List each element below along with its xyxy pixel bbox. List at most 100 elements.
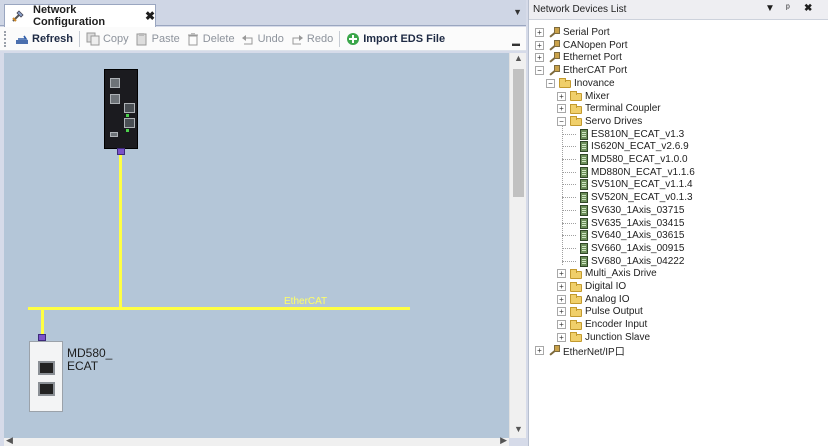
vertical-scrollbar[interactable]: ▲ ▼ (509, 53, 526, 438)
delete-button[interactable]: Delete (183, 29, 238, 49)
expand-icon[interactable]: + (557, 320, 566, 330)
plc-serial-port (110, 78, 120, 88)
plc-controller[interactable] (104, 69, 138, 149)
folder-icon (559, 78, 571, 89)
tree-item[interactable]: SV635_1Axis_03415 (580, 217, 684, 230)
tree-item-label: Servo Drives (585, 115, 643, 127)
close-icon[interactable]: ✖ (145, 9, 155, 23)
redo-button[interactable]: Redo (287, 29, 336, 49)
tree-item[interactable]: Serial Port (548, 26, 610, 39)
expand-icon[interactable]: + (557, 332, 566, 342)
delete-label: Delete (202, 32, 235, 45)
tree-item-label: SV510N_ECAT_v1.1.4 (591, 179, 693, 191)
network-canvas[interactable]: EtherCAT MD580_ ECAT (4, 53, 509, 438)
tree-item-label: Junction Slave (585, 331, 651, 343)
tree-item[interactable]: MD580_ECAT_v1.0.0 (580, 153, 688, 166)
slave-ecat-connector[interactable] (38, 334, 46, 341)
expand-icon[interactable]: + (557, 269, 566, 279)
tree-guide-line (562, 184, 576, 186)
expand-icon[interactable]: + (535, 345, 544, 355)
paste-button[interactable]: Paste (132, 29, 183, 49)
expand-icon[interactable]: + (535, 40, 544, 50)
scroll-left-icon[interactable]: ◀ (6, 435, 13, 446)
undo-icon (241, 32, 255, 46)
close-icon[interactable]: ✖ (804, 3, 812, 14)
tree-item[interactable]: SV520N_ECAT_v0.1.3 (580, 191, 693, 204)
expand-icon[interactable]: + (535, 53, 544, 63)
expand-icon[interactable]: + (557, 294, 566, 304)
pin-icon[interactable]: ᵖ (786, 3, 790, 14)
horizontal-scrollbar[interactable]: ◀ ▶ (4, 435, 509, 446)
tree-item[interactable]: Encoder Input (570, 318, 647, 331)
tree-item[interactable]: Inovance (559, 77, 615, 90)
tree-item[interactable]: SV660_1Axis_00915 (580, 242, 684, 255)
copy-icon (86, 32, 100, 46)
tree-item[interactable]: EtherCAT Port (548, 64, 627, 77)
slave-device-label: MD580_ ECAT (67, 346, 113, 373)
folder-icon (570, 91, 582, 101)
device-icon (580, 128, 588, 140)
tab-network-configuration[interactable]: Network Configuration ✖ (4, 4, 156, 28)
tree-item[interactable]: SV680_1Axis_04222 (580, 255, 684, 268)
plug-icon (548, 52, 560, 63)
tree-item[interactable]: MD880N_ECAT_v1.1.6 (580, 166, 695, 179)
tree-item[interactable]: CANopen Port (548, 39, 627, 52)
expand-icon[interactable]: + (557, 307, 566, 317)
expand-icon[interactable]: + (557, 104, 566, 114)
copy-button[interactable]: Copy (83, 29, 132, 49)
tree-item[interactable]: Servo Drives (570, 115, 642, 128)
plc-ecat-connector[interactable] (117, 148, 125, 155)
tree-item-label: EtherCAT Port (563, 65, 628, 77)
tree-item-label: SV520N_ECAT_v0.1.3 (591, 192, 693, 204)
device-icon (580, 179, 588, 191)
folder-icon (570, 268, 582, 279)
tree-item[interactable]: Mixer (570, 90, 609, 103)
tree-item[interactable]: Pulse Output (570, 305, 643, 318)
tree-item-label: MD580_ECAT_v1.0.0 (591, 154, 688, 165)
undo-button[interactable]: Undo (238, 29, 287, 49)
scroll-up-icon[interactable]: ▲ (510, 53, 527, 67)
collapse-icon[interactable]: − (546, 78, 555, 88)
import-eds-button[interactable]: Import EDS File (343, 29, 448, 49)
tree-item[interactable]: SV640_1Axis_03615 (580, 229, 684, 242)
toolbar-overflow-icon[interactable]: ▬ (512, 39, 520, 48)
toolbar-grip[interactable] (4, 30, 8, 47)
expand-icon[interactable]: + (557, 282, 566, 291)
collapse-icon[interactable]: − (557, 116, 566, 126)
refresh-icon (15, 32, 29, 46)
tree-item[interactable]: EtherNet/IP口 (548, 344, 625, 358)
tree-item[interactable]: ES810N_ECAT_v1.3 (580, 128, 684, 141)
expand-icon[interactable]: + (557, 91, 566, 101)
tree-guide-line (562, 146, 576, 148)
plc-status-led (126, 129, 129, 132)
tree-item[interactable]: Analog IO (570, 293, 629, 306)
tree-item-label: Terminal Coupler (585, 103, 661, 115)
tree-item-label: IS620N_ECAT_v2.6.9 (591, 141, 689, 153)
expand-icon[interactable]: + (535, 28, 544, 37)
chevron-down-icon[interactable]: ▼ (513, 7, 522, 17)
collapse-icon[interactable]: − (535, 66, 544, 76)
plug-icon (548, 65, 560, 76)
tree-item-label: Encoder Input (585, 319, 648, 331)
redo-label: Redo (306, 32, 334, 45)
tree-guide-line (562, 235, 576, 237)
vertical-scroll-thumb[interactable] (513, 69, 524, 197)
tree-item[interactable]: SV630_1Axis_03715 (580, 204, 684, 217)
tree-item[interactable]: SV510N_ECAT_v1.1.4 (580, 178, 693, 191)
pane-menu-icon[interactable]: ▼ (765, 3, 775, 14)
scroll-right-icon[interactable]: ▶ (500, 435, 507, 446)
scroll-down-icon[interactable]: ▼ (510, 424, 527, 438)
tree-item[interactable]: Ethernet Port (548, 51, 622, 64)
tree-item-label: Pulse Output (585, 306, 643, 318)
plc-serial-port (110, 94, 120, 104)
tree-item[interactable]: Multi_Axis Drive (570, 267, 657, 280)
tree-guide-line (562, 197, 576, 199)
md580-slave-device[interactable] (29, 341, 63, 412)
tree-item-label: Serial Port (563, 27, 610, 38)
tree-item[interactable]: Terminal Coupler (570, 102, 661, 115)
plug-icon (548, 344, 560, 356)
tree-item[interactable]: IS620N_ECAT_v2.6.9 (580, 140, 689, 153)
tree-item[interactable]: Digital IO (570, 280, 626, 293)
refresh-button[interactable]: Refresh (12, 29, 76, 49)
folder-icon (570, 281, 582, 292)
